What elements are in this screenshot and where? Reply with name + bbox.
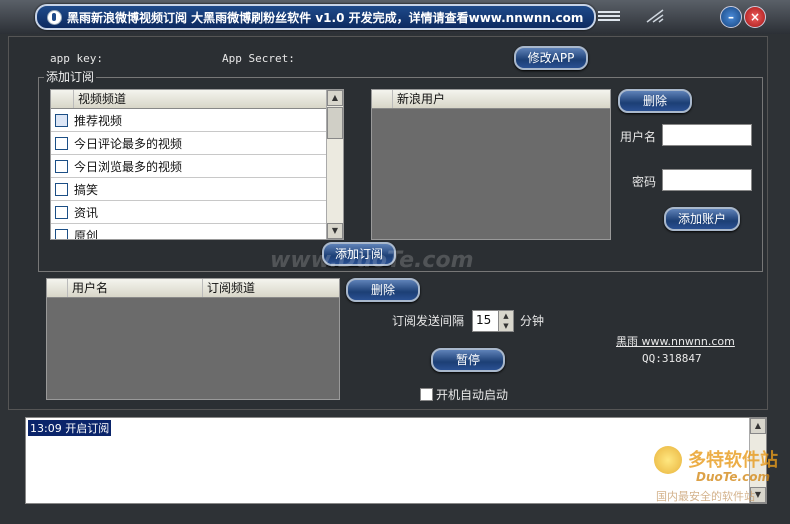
mascot-icon xyxy=(654,446,682,474)
corner-domain: DuoTe.com xyxy=(696,470,770,484)
window-title: 黑雨新浪微博视频订阅 大黑雨微博刷粉丝软件 v1.0 开发完成，详情请查看www… xyxy=(67,11,584,25)
channel-item[interactable]: 原创 xyxy=(51,224,343,240)
sina-user-header-label: 新浪用户 xyxy=(397,92,446,106)
scroll-thumb[interactable] xyxy=(327,107,343,139)
scroll-up-icon[interactable]: ▲ xyxy=(327,90,343,106)
author-link[interactable]: 黑雨 www.nnwnn.com xyxy=(616,333,735,349)
channel-checkbox[interactable] xyxy=(55,205,68,219)
interval-value: 15 xyxy=(476,313,492,327)
autostart-checkbox[interactable] xyxy=(420,388,433,401)
corner-watermark: 多特软件站 DuoTe.com 国内最安全的软件站 xyxy=(654,444,784,504)
channel-checkbox[interactable] xyxy=(55,159,68,173)
add-account-button[interactable]: 添加账户 xyxy=(664,207,740,231)
scroll-up-icon[interactable]: ▲ xyxy=(750,418,766,434)
app-logo-icon xyxy=(47,10,62,25)
sina-user-list[interactable]: 新浪用户 xyxy=(371,89,611,240)
minimize-button[interactable]: – xyxy=(720,6,742,28)
channel-item-label: 今日浏览最多的视频 xyxy=(74,159,183,174)
username-input[interactable] xyxy=(662,124,752,146)
subscription-col-user: 用户名 xyxy=(68,279,203,297)
channel-item-label: 搞笑 xyxy=(74,182,99,197)
channel-checkbox[interactable] xyxy=(55,136,68,150)
title-pill: 黑雨新浪微博视频订阅 大黑雨微博刷粉丝软件 v1.0 开发完成，详情请查看www… xyxy=(35,4,596,30)
subscribe-group-title: 添加订阅 xyxy=(44,68,97,85)
scroll-down-icon[interactable]: ▼ xyxy=(327,223,343,239)
interval-label: 订阅发送间隔 xyxy=(392,314,465,328)
app-key-label: app key: xyxy=(50,52,103,65)
channel-header-label: 视频频道 xyxy=(78,92,127,106)
spinner-arrows-icon[interactable]: ▲ ▼ xyxy=(498,311,513,331)
interval-spinner[interactable]: 15 ▲ ▼ xyxy=(472,310,514,332)
channel-item-label: 推荐视频 xyxy=(74,113,123,128)
qq-label: QQ:318847 xyxy=(642,352,702,365)
channel-list-scrollbar[interactable]: ▲ ▼ xyxy=(326,90,343,239)
subscription-col-channel: 订阅频道 xyxy=(207,281,256,295)
channel-item[interactable]: 搞笑 xyxy=(51,178,343,201)
autostart-option[interactable]: 开机自动启动 xyxy=(420,386,508,403)
channel-checkbox[interactable] xyxy=(55,113,68,127)
channel-item[interactable]: 今日浏览最多的视频 xyxy=(51,155,343,178)
corner-slogan: 国内最安全的软件站 xyxy=(656,490,755,503)
close-button[interactable]: × xyxy=(744,6,766,28)
channel-checkbox[interactable] xyxy=(55,228,68,239)
channel-checkbox[interactable] xyxy=(55,182,68,196)
interval-unit: 分钟 xyxy=(520,314,545,328)
autostart-label: 开机自动启动 xyxy=(436,388,509,402)
channel-list-header: 视频频道 xyxy=(51,90,343,109)
pause-button[interactable]: 暂停 xyxy=(431,348,505,372)
username-label: 用户名 xyxy=(620,130,657,144)
sina-user-list-header: 新浪用户 xyxy=(372,90,610,109)
modify-app-button[interactable]: 修改APP xyxy=(514,46,588,70)
channel-item-label: 今日评论最多的视频 xyxy=(74,136,183,151)
channel-item-label: 资讯 xyxy=(74,205,99,220)
channel-item-label: 原创 xyxy=(74,228,99,240)
password-input[interactable] xyxy=(662,169,752,191)
watermark-center: www.DuoTe.com xyxy=(270,248,474,273)
subscription-list[interactable]: 用户名 订阅频道 xyxy=(46,278,340,400)
channel-item[interactable]: 资讯 xyxy=(51,201,343,224)
resize-icon[interactable] xyxy=(645,8,665,24)
channel-item[interactable]: 今日评论最多的视频 xyxy=(51,132,343,155)
subscription-list-header: 用户名 订阅频道 xyxy=(47,279,339,298)
app-window: 黑雨新浪微博视频订阅 大黑雨微博刷粉丝软件 v1.0 开发完成，详情请查看www… xyxy=(0,0,790,524)
menu-icon[interactable] xyxy=(598,9,620,23)
channel-list[interactable]: 视频频道 推荐视频 今日评论最多的视频 今日浏览最多的视频 搞笑 资讯 原创 ▲ xyxy=(50,89,344,240)
password-label: 密码 xyxy=(632,175,657,189)
log-line: 13:09 开启订阅 xyxy=(28,420,112,436)
title-bar: 黑雨新浪微博视频订阅 大黑雨微博刷粉丝软件 v1.0 开发完成，详情请查看www… xyxy=(0,0,790,34)
app-secret-label: App Secret: xyxy=(222,52,295,65)
delete-user-button[interactable]: 删除 xyxy=(618,89,692,113)
delete-subscription-button[interactable]: 删除 xyxy=(346,278,420,302)
channel-item[interactable]: 推荐视频 xyxy=(51,109,343,132)
corner-brand: 多特软件站 xyxy=(688,450,778,471)
